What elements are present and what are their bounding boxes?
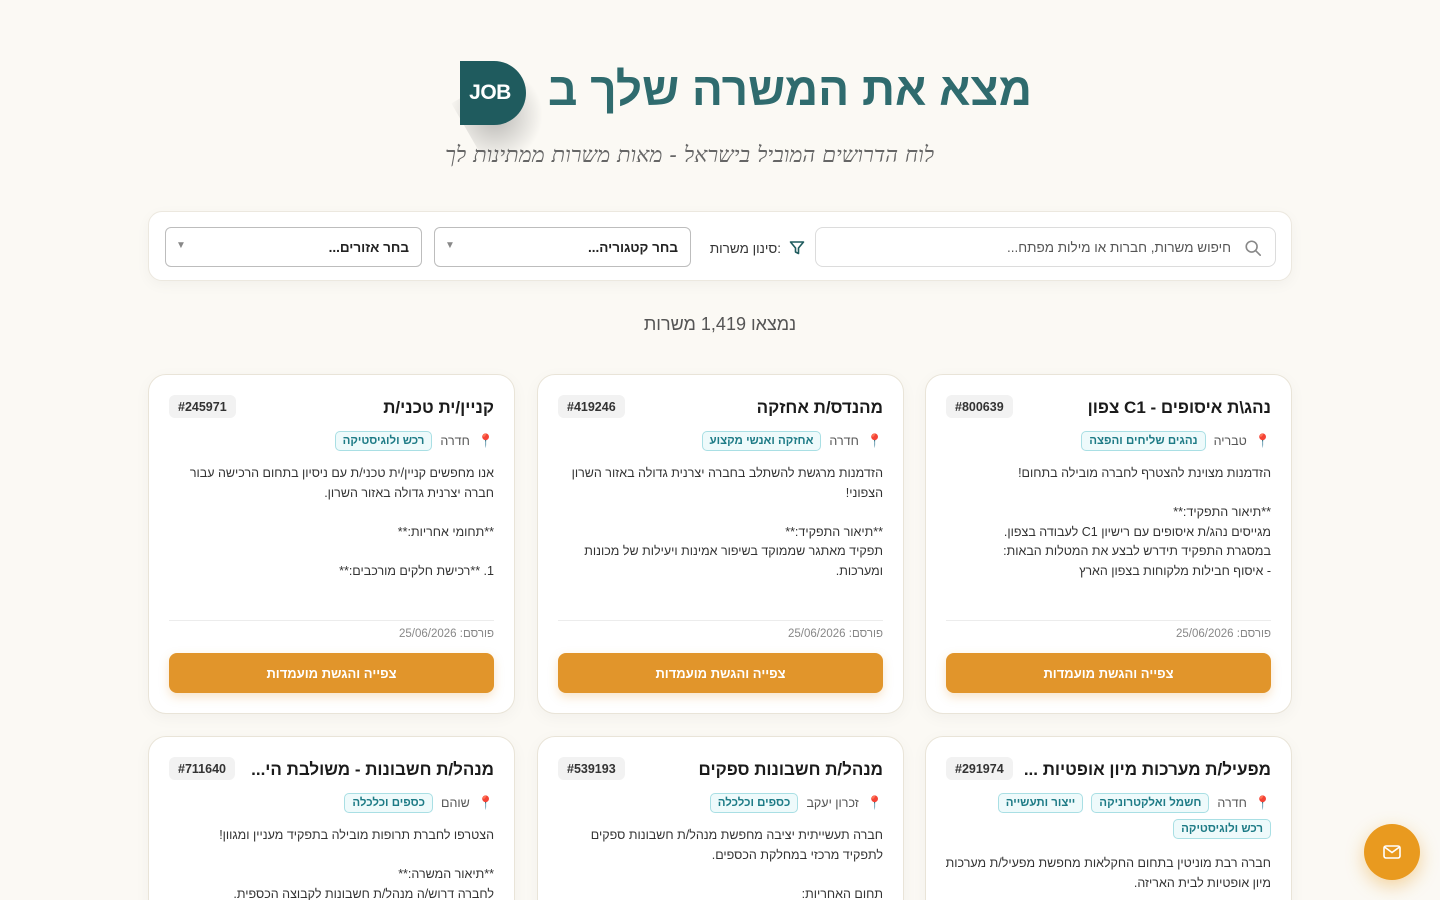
job-location: שוהם [441,796,470,810]
job-title[interactable]: נהג\ת איסופים - C1 צפון [1088,398,1271,418]
job-title[interactable]: מהנדס/ת אחזקה [757,398,883,418]
logo-badge: JOB [460,61,526,125]
filter-label: סינון משרות: [701,238,805,258]
job-title[interactable]: מנהל/ת חשבונות ספקים [699,760,883,780]
view-and-apply-button[interactable]: צפייה והגשת מועמדות [169,653,494,693]
job-id-badge: #711640 [169,757,235,780]
filter-icon [789,241,805,255]
job-id-badge: #539193 [558,757,625,780]
job-meta: 📍 טבריה נהגים שליחים והפצה [945,431,1271,451]
page-subtitle: לוח הדרושים המוביל בישראל - מאות משרות מ… [445,143,934,168]
job-meta: 📍 חדרה רכש ולוגיסטיקה [168,431,494,451]
job-id-badge: #419246 [558,395,625,418]
category-select[interactable]: בחר קטגוריה... ▼ [434,227,691,267]
job-description: הצטרפו לחברת תרופות מובילה בתפקיד מעניין… [219,828,494,900]
page-title: מצא את המשרה שלך ב [548,63,1032,115]
category-tag: כספים וכלכלה [709,793,799,813]
results-count: נמצאו 1,419 משרות [643,314,797,334]
mail-icon [1383,845,1401,859]
job-id-badge: #245971 [169,395,236,418]
search-input[interactable] [831,239,1231,255]
category-tag: רכש ולוגיסטיקה [1173,819,1271,839]
job-title[interactable]: מפעיל/ת מערכות מיון אופטיות ... [1024,760,1271,780]
job-location: זכרון יעקב [806,796,859,810]
job-card[interactable]: מנהל/ת חשבונות ספקים #539193 📍 זכרון יעקב כס… [537,736,904,900]
category-tag: חשמל ואלקטרוניקה [1091,793,1210,813]
category-tag: רכש ולוגיסטיקה [334,431,433,451]
area-select[interactable]: בחר אזורים... ▼ [165,227,422,267]
job-location: חדרה [829,434,859,448]
view-and-apply-button[interactable]: צפייה והגשת מועמדות [946,653,1271,693]
job-meta: 📍 חדרה אחזקה ואנשי מקצוע [557,431,883,451]
job-meta: 📍 חדרה חשמל ואלקטרוניקה ייצור ותעשייה רכש ול… [945,793,1271,839]
job-card[interactable]: מפעיל/ת מערכות מיון אופטיות ... #291974 📍 ח… [925,736,1292,900]
chevron-down-icon: ▼ [176,240,186,251]
contact-button[interactable] [1364,824,1420,880]
job-description: הזדמנות מצוינת להצטרף לחברה מובילה בתחום… [1003,466,1271,578]
posted-date: פורסם: 25/06/2026 [788,628,883,640]
category-tag: נהגים שליחים והפצה [1081,431,1206,451]
job-location: חדרה [440,434,470,448]
area-select-value: בחר אזורים... [328,239,409,255]
job-description: אנו מחפשים קניין/ית טכני/ת עם ניסיון בתח… [189,466,494,578]
search-field[interactable] [815,227,1276,267]
location-pin-icon: 📍 [866,433,883,448]
job-description: חברה רבת מוניטין בתחום החקלאות מחפשת מפע… [945,856,1271,890]
divider [946,620,1271,621]
job-card[interactable]: קניין/ית טכני/ת #245971 📍 חדרה רכש ולוגיסטיק… [148,374,515,714]
location-pin-icon: 📍 [477,433,494,448]
filter-bar: סינון משרות: בחר קטגוריה... ▼ בחר אזורים… [148,211,1292,281]
job-title[interactable]: מנהל/ת חשבונות - משולבת הי... [251,760,494,780]
job-description: חברה תעשייתית יציבה מחפשת מנהל/ת חשבונות… [590,828,883,900]
job-description: הזדמנות מרגשת להשתלב בחברה יצרנית גדולה … [571,466,883,578]
location-pin-icon: 📍 [866,795,883,810]
search-icon [1245,240,1262,257]
posted-date: פורסם: 25/06/2026 [1176,628,1271,640]
hero-header: JOB מצא את המשרה שלך ב לוח הדרושים המובי… [0,0,1440,200]
job-id-badge: #800639 [946,395,1013,418]
category-tag: אחזקה ואנשי מקצוע [701,431,822,451]
divider [169,620,494,621]
job-card[interactable]: נהג\ת איסופים - C1 צפון #800639 📍 טבריה נהגי… [925,374,1292,714]
job-title[interactable]: קניין/ית טכני/ת [383,398,494,418]
view-and-apply-button[interactable]: צפייה והגשת מועמדות [558,653,883,693]
location-pin-icon: 📍 [1254,795,1271,810]
job-meta: 📍 שוהם כספים וכלכלה [168,793,494,813]
category-tag: כספים וכלכלה [344,793,434,813]
job-location: טבריה [1213,434,1247,448]
filter-label-text: סינון משרות: [709,240,781,256]
job-meta: 📍 זכרון יעקב כספים וכלכלה [557,793,883,813]
location-pin-icon: 📍 [477,795,494,810]
job-card[interactable]: מהנדס/ת אחזקה #419246 📍 חדרה אחזקה ואנשי מקצ… [537,374,904,714]
job-card[interactable]: מנהל/ת חשבונות - משולבת הי... #711640 📍 שוה… [148,736,515,900]
category-select-value: בחר קטגוריה... [588,239,678,255]
category-tag: ייצור ותעשייה [997,793,1084,813]
job-location: חדרה [1217,796,1247,810]
chevron-down-icon: ▼ [445,240,455,251]
posted-date: פורסם: 25/06/2026 [399,628,494,640]
location-pin-icon: 📍 [1254,433,1271,448]
divider [558,620,883,621]
job-id-badge: #291974 [946,757,1013,780]
